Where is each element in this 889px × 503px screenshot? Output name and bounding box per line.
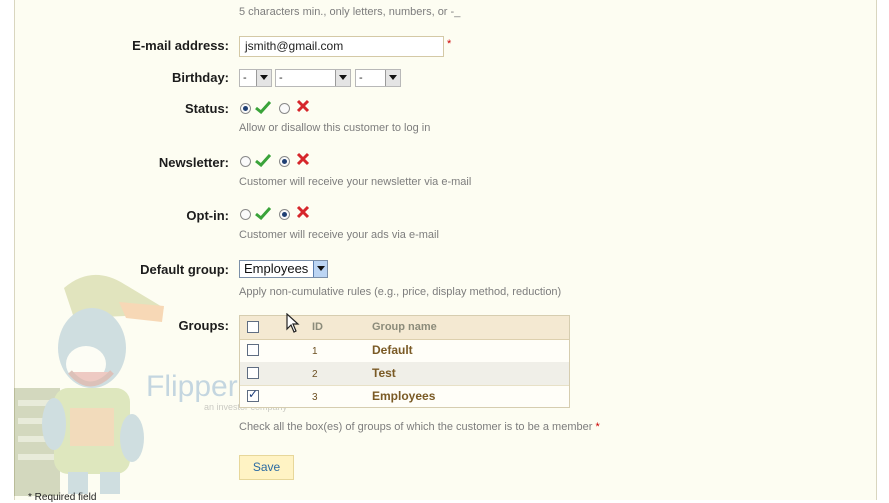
chevron-down-icon[interactable] [313, 261, 327, 277]
optin-hint: Customer will receive your ads via e-mai… [239, 229, 439, 241]
chevron-down-icon[interactable] [256, 70, 271, 86]
groups-hint: Check all the box(es) of groups of which… [239, 421, 600, 433]
default-group-select[interactable]: Employees [239, 260, 328, 278]
newsletter-label: Newsletter: [158, 155, 229, 170]
optin-label: Opt-in: [186, 208, 229, 223]
chevron-down-icon[interactable] [385, 70, 400, 86]
groups-hint-text: Check all the box(es) of groups of which… [239, 421, 593, 433]
group-checkbox[interactable] [247, 387, 259, 402]
email-required-mark: * [447, 38, 452, 50]
checkmark-icon [255, 153, 271, 167]
group-name: Employees [372, 389, 436, 403]
checkmark-icon [255, 100, 271, 114]
email-field[interactable]: jsmith@gmail.com [239, 36, 444, 57]
email-label: E-mail address: [132, 38, 229, 53]
birthday-day-value: - [243, 72, 247, 84]
mouse-cursor-icon [286, 313, 300, 333]
birthday-year-select[interactable]: - [355, 69, 401, 87]
optin-enabled-radio[interactable] [240, 209, 251, 220]
default-group-value: Employees [244, 261, 309, 276]
cross-icon [296, 205, 310, 219]
groups-required-mark: * [595, 421, 600, 433]
birthday-month-value: - [279, 72, 283, 84]
group-id: 3 [312, 392, 318, 403]
table-row: 1 Default [240, 339, 569, 363]
username-hint: 5 characters min., only letters, numbers… [239, 6, 461, 18]
table-row: 2 Test [240, 362, 569, 386]
cross-icon [296, 152, 310, 166]
chevron-down-icon[interactable] [335, 70, 350, 86]
table-row: 3 Employees [240, 385, 569, 408]
status-enabled-radio[interactable] [240, 103, 251, 114]
default-group-label: Default group: [140, 262, 229, 277]
newsletter-disabled-radio[interactable] [279, 156, 290, 167]
default-group-hint: Apply non-cumulative rules (e.g., price,… [239, 286, 562, 298]
group-checkbox[interactable] [247, 344, 259, 356]
status-hint: Allow or disallow this customer to log i… [239, 122, 431, 134]
group-id: 1 [312, 346, 318, 357]
birthday-label: Birthday: [171, 70, 229, 85]
optin-disabled-radio[interactable] [279, 209, 290, 220]
group-id: 2 [312, 369, 318, 380]
newsletter-enabled-radio[interactable] [240, 156, 251, 167]
mascot-watermark-image [14, 274, 164, 496]
required-field-footnote: * Required field [28, 492, 97, 503]
checkmark-icon [255, 206, 271, 220]
status-disabled-radio[interactable] [279, 103, 290, 114]
status-label: Status: [184, 101, 229, 116]
birthday-day-select[interactable]: - [239, 69, 272, 87]
birthday-month-select[interactable]: - [275, 69, 351, 87]
save-button[interactable]: Save [239, 455, 294, 480]
group-name: Test [372, 366, 396, 380]
groups-label: Groups: [178, 318, 229, 333]
column-header-id: ID [312, 321, 323, 333]
group-checkbox[interactable] [247, 367, 259, 379]
birthday-year-value: - [359, 72, 363, 84]
newsletter-hint: Customer will receive your newsletter vi… [239, 176, 472, 188]
cross-icon [296, 99, 310, 113]
group-name: Default [372, 343, 413, 357]
select-all-checkbox[interactable] [247, 321, 259, 333]
column-header-group-name: Group name [372, 321, 437, 333]
